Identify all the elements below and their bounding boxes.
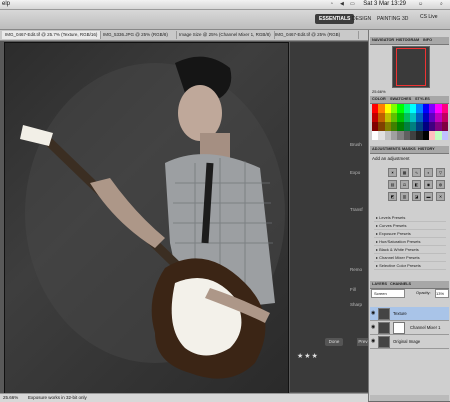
tab-masks[interactable]: MASKS: [402, 147, 416, 151]
document-tab-bar: IMG_0467-Edit.tif @ 25.7% (Texture, RGB/…: [0, 30, 368, 41]
mac-menu-bar: elp ◔ ◀ ▭ Sat 3 Mar 13:29 ☺ ⌕: [0, 0, 450, 10]
volume-icon[interactable]: ◀: [340, 1, 344, 7]
hue-saturation-icon[interactable]: ▤: [388, 180, 397, 189]
layer-row[interactable]: ◉ Channel Mixer 1: [370, 321, 449, 335]
tab-color[interactable]: COLOR: [372, 97, 386, 101]
tab-layers[interactable]: LAYERS: [372, 282, 387, 286]
posterize-icon[interactable]: ▥: [400, 192, 409, 201]
visibility-eye-icon[interactable]: ◉: [371, 310, 375, 316]
zoom-level[interactable]: 25.66%: [3, 395, 18, 400]
visibility-eye-icon[interactable]: ◉: [371, 338, 375, 344]
swatch[interactable]: [441, 131, 448, 140]
color-balance-icon[interactable]: ⚖: [400, 180, 409, 189]
preset-selective-color[interactable]: Selective Color Presets: [374, 262, 446, 270]
swatch[interactable]: [441, 113, 448, 122]
threshold-icon[interactable]: ◪: [412, 192, 421, 201]
layer-row[interactable]: ◉ Original Image: [370, 335, 449, 349]
layer-name: Channel Mixer 1: [410, 325, 441, 330]
navigator-tabs: NAVIGATOR HISTOGRAM INFO: [370, 37, 449, 45]
layer-name: Original Image: [393, 339, 421, 344]
document-tab-active[interactable]: IMG_0467-Edit.tif @ 25.7% (Texture, RGB/…: [2, 31, 101, 39]
swatch[interactable]: [441, 104, 448, 113]
adjustment-thumbnail: [378, 322, 390, 334]
battery-icon[interactable]: ▭: [350, 1, 355, 7]
preset-hue-saturation[interactable]: Hue/Saturation Presets: [374, 238, 446, 246]
curves-icon[interactable]: ∿: [412, 168, 421, 177]
layer-row-selected[interactable]: ◉ Texture: [370, 307, 449, 321]
layer-mask-thumbnail: [393, 322, 405, 334]
black-white-icon[interactable]: ◧: [412, 180, 421, 189]
tab-history[interactable]: HISTORY: [418, 147, 435, 151]
tab-navigator[interactable]: NAVIGATOR: [372, 38, 394, 42]
workspace-design[interactable]: DESIGN: [348, 14, 375, 24]
status-message: Exposure works in 32-bit only: [28, 395, 87, 400]
photo-guitarist: [20, 56, 285, 379]
tab-channels[interactable]: CHANNELS: [390, 282, 411, 286]
document-tab[interactable]: IMG_0467-Edit.tif @ 25% (RGB): [272, 31, 359, 39]
options-bar: ESSENTIALS DESIGN PAINTING 3D CS Live: [0, 10, 450, 30]
tab-adjustments[interactable]: ADJUSTMENTS: [372, 147, 400, 151]
preset-curves[interactable]: Curves Presets: [374, 222, 446, 230]
invert-icon[interactable]: ◩: [388, 192, 397, 201]
color-tabs: COLOR SWATCHES STYLES: [370, 96, 449, 104]
blend-mode-select[interactable]: Screen: [371, 289, 405, 298]
layer-name: Texture: [393, 311, 407, 316]
wifi-icon[interactable]: ◔: [330, 1, 333, 7]
document-tab[interactable]: IMG_5336.JPG @ 25% (RGB/8): [100, 31, 177, 39]
swatch[interactable]: [441, 122, 448, 131]
selective-color-icon[interactable]: ✕: [436, 192, 445, 201]
layers-tabs: LAYERS CHANNELS: [370, 281, 449, 289]
levels-icon[interactable]: ▦: [400, 168, 409, 177]
adjustments-title: Add an adjustment: [372, 156, 410, 161]
adjustments-tabs: ADJUSTMENTS MASKS HISTORY: [370, 146, 449, 154]
layer-thumbnail: [378, 308, 390, 320]
tab-histogram[interactable]: HISTOGRAM: [396, 38, 419, 42]
brightness-icon[interactable]: ☀: [388, 168, 397, 177]
adjustment-icons: ☀ ▦ ∿ ◐ ▽ ▤ ⚖ ◧ ◉ ◍ ◩ ▥ ◪ ▬ ✕: [388, 168, 446, 201]
photo-filter-icon[interactable]: ◉: [424, 180, 433, 189]
preset-exposure[interactable]: Exposure Presets: [374, 230, 446, 238]
tab-styles[interactable]: STYLES: [415, 97, 430, 101]
layers-bottom-toolbar: [370, 395, 449, 401]
workspace-3d[interactable]: 3D: [398, 14, 412, 24]
preset-channel-mixer[interactable]: Channel Mixer Presets: [374, 254, 446, 262]
navigator-zoom[interactable]: 25.66%: [372, 89, 386, 94]
layer-thumbnail: [378, 336, 390, 348]
opacity-label: Opacity:: [416, 290, 431, 295]
gradient-map-icon[interactable]: ▬: [424, 192, 433, 201]
visibility-eye-icon[interactable]: ◉: [371, 324, 375, 330]
done-button[interactable]: Done: [325, 338, 343, 346]
navigator-view-box[interactable]: [396, 48, 426, 86]
preset-black-white[interactable]: Black & White Presets: [374, 246, 446, 254]
exposure-icon[interactable]: ◐: [424, 168, 433, 177]
channel-mixer-icon[interactable]: ◍: [436, 180, 445, 189]
adjustment-presets-list: Levels Presets Curves Presets Exposure P…: [374, 214, 446, 270]
rating-stars[interactable]: ★★★: [297, 352, 319, 360]
menu-clock[interactable]: Sat 3 Mar 13:29: [363, 1, 406, 7]
spotlight-icon[interactable]: ⌕: [440, 1, 443, 7]
tab-info[interactable]: INFO: [423, 38, 432, 42]
image-canvas[interactable]: [4, 42, 289, 394]
opacity-input[interactable]: 13%: [435, 289, 449, 298]
tab-swatches[interactable]: SWATCHES: [390, 97, 411, 101]
preset-levels[interactable]: Levels Presets: [374, 214, 446, 222]
cs-live-button[interactable]: CS Live: [420, 14, 438, 20]
user-icon[interactable]: ☺: [418, 1, 423, 7]
document-tab[interactable]: Image Size @ 25% (Channel Mixer 1, RGB/8…: [176, 31, 275, 39]
swatches-grid: [372, 104, 448, 140]
vibrance-icon[interactable]: ▽: [436, 168, 445, 177]
menu-item-help[interactable]: elp: [2, 1, 10, 7]
